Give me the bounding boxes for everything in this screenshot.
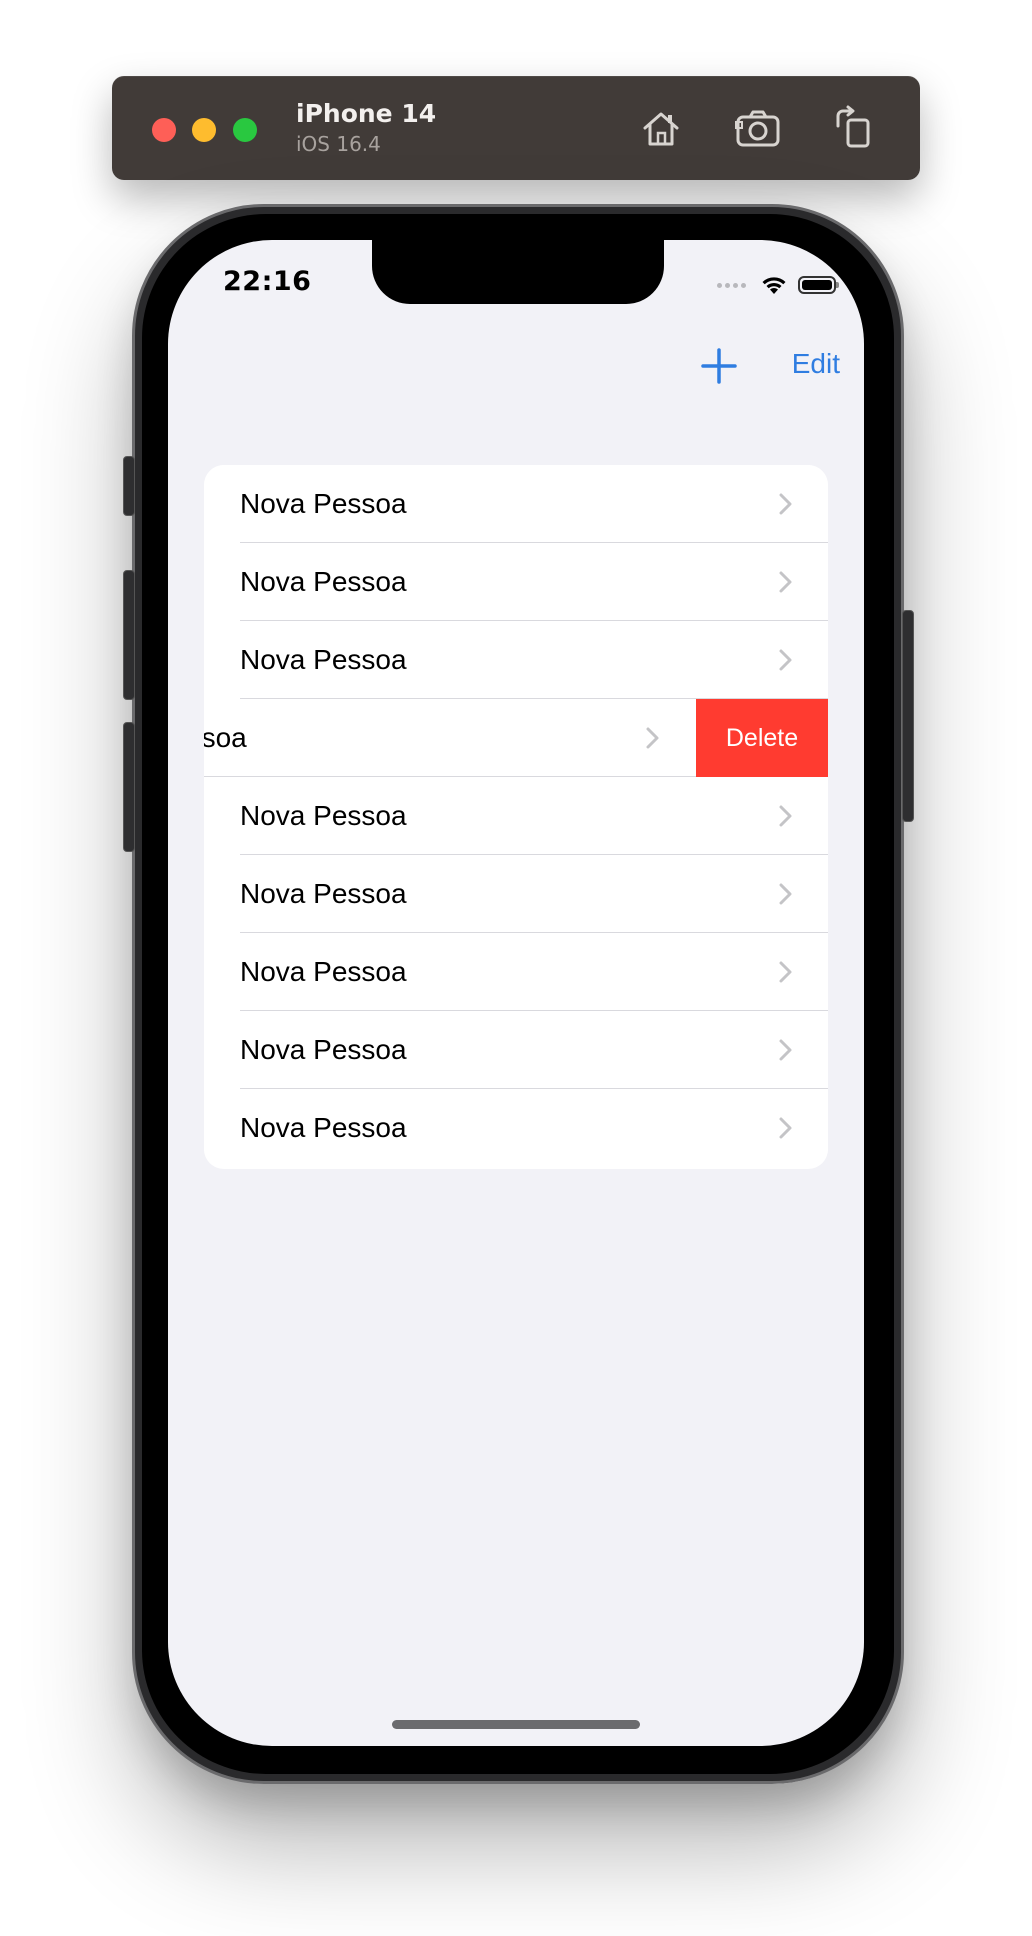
mute-switch — [123, 456, 135, 516]
chevron-right-icon — [646, 727, 659, 749]
list-item-label: Nova Pessoa — [240, 800, 407, 831]
list-item[interactable]: Nova Pessoa — [204, 777, 828, 855]
list-item[interactable]: Nova Pessoa — [204, 465, 828, 543]
list-item-label: Nova Pessoa — [240, 878, 407, 909]
zoom-window-button[interactable] — [233, 118, 257, 142]
chevron-right-icon — [779, 805, 792, 827]
screenshot-icon[interactable] — [732, 104, 784, 152]
list-item-label: Nova Pessoa — [240, 566, 407, 597]
no-signal-icon — [717, 282, 746, 288]
chevron-right-icon — [779, 961, 792, 983]
add-button[interactable] — [699, 346, 739, 386]
list-item-label: Nova Pessoa — [240, 1034, 407, 1065]
person-list: Nova Pessoa Nova Pessoa Nova Pessoa esso… — [204, 465, 828, 1169]
edit-button[interactable]: Edit — [792, 348, 840, 380]
home-icon[interactable] — [635, 104, 687, 152]
simulator-toolbar: iPhone 14 iOS 16.4 — [112, 76, 920, 180]
list-item-label: Nova Pessoa — [240, 488, 407, 519]
list-item-label: Nova Pessoa — [240, 644, 407, 675]
list-item[interactable]: Nova Pessoa — [204, 855, 828, 933]
chevron-right-icon — [779, 649, 792, 671]
device-name: iPhone 14 — [296, 99, 437, 128]
volume-down-button — [123, 722, 135, 852]
os-version: iOS 16.4 — [296, 132, 381, 156]
battery-icon — [798, 276, 839, 294]
chevron-right-icon — [779, 883, 792, 905]
list-item-label: essoa — [204, 722, 247, 753]
notch — [372, 240, 664, 304]
phone-screen: 22:16 Edit Nova Pessoa Nova Pessoa Nova … — [168, 240, 864, 1746]
list-item-label: Nova Pessoa — [240, 1112, 407, 1143]
wifi-icon — [762, 277, 786, 294]
volume-up-button — [123, 570, 135, 700]
chevron-right-icon — [779, 1039, 792, 1061]
delete-button[interactable]: Delete — [696, 699, 828, 777]
minimize-window-button[interactable] — [192, 118, 216, 142]
list-item[interactable]: Nova Pessoa — [204, 933, 828, 1011]
list-item[interactable]: Nova Pessoa — [204, 1089, 828, 1167]
chevron-right-icon — [779, 1117, 792, 1139]
list-item[interactable]: Nova Pessoa — [204, 1011, 828, 1089]
list-item-swiped[interactable]: essoa Delete — [204, 699, 828, 777]
power-button — [902, 610, 914, 822]
rotate-icon[interactable] — [828, 104, 880, 152]
close-window-button[interactable] — [152, 118, 176, 142]
list-item[interactable]: Nova Pessoa — [204, 543, 828, 621]
chevron-right-icon — [779, 493, 792, 515]
plus-icon — [701, 348, 737, 384]
status-icons — [717, 270, 839, 300]
status-time: 22:16 — [223, 266, 312, 297]
list-item[interactable]: Nova Pessoa — [204, 621, 828, 699]
home-indicator[interactable] — [392, 1720, 640, 1729]
list-item-label: Nova Pessoa — [240, 956, 407, 987]
chevron-right-icon — [779, 571, 792, 593]
